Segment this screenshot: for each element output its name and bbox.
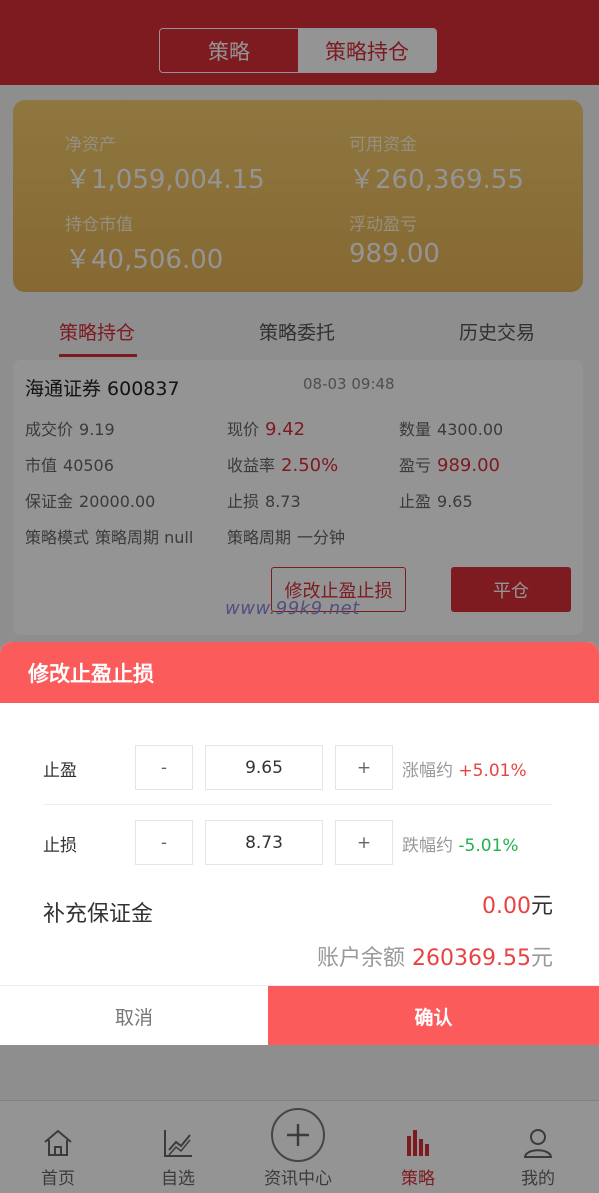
- take-profit-plus-button[interactable]: +: [335, 745, 393, 790]
- row-divider: [43, 804, 553, 805]
- take-profit-change: 涨幅约 +5.01%: [402, 756, 527, 781]
- account-balance-unit: 元: [530, 946, 553, 971]
- modal-footer: 取消 确认: [0, 985, 599, 1045]
- account-balance-label: 账户余额: [316, 946, 405, 971]
- take-profit-input[interactable]: 9.65: [205, 745, 323, 790]
- stop-loss-change: 跌幅约 -5.01%: [402, 831, 519, 856]
- add-margin-amount: 0.00元: [482, 888, 553, 920]
- modal-header: 修改止盈止损: [0, 642, 599, 703]
- stop-loss-change-label: 跌幅约: [402, 836, 453, 856]
- stop-loss-change-value: -5.01%: [458, 836, 519, 856]
- confirm-button[interactable]: 确认: [268, 986, 599, 1045]
- account-balance: 账户余额 260369.55元: [317, 940, 553, 972]
- stop-loss-input[interactable]: 8.73: [205, 820, 323, 865]
- stop-loss-row-label: 止损: [43, 836, 77, 856]
- take-profit-minus-button[interactable]: -: [135, 745, 193, 790]
- cancel-button[interactable]: 取消: [0, 986, 268, 1045]
- add-margin-unit: 元: [530, 894, 553, 919]
- take-profit-change-label: 涨幅约: [402, 761, 453, 781]
- modal-title: 修改止盈止损: [28, 662, 154, 686]
- stop-loss-plus-button[interactable]: +: [335, 820, 393, 865]
- take-profit-row-label: 止盈: [43, 761, 77, 781]
- modify-stop-modal: 修改止盈止损 止盈 - 9.65 + 涨幅约 +5.01% 止损 - 8.73 …: [0, 642, 599, 1045]
- stop-loss-minus-button[interactable]: -: [135, 820, 193, 865]
- account-balance-value: 260369.55: [412, 946, 531, 971]
- add-margin-value: 0.00: [482, 894, 531, 919]
- add-margin-label: 补充保证金: [43, 902, 154, 927]
- take-profit-change-value: +5.01%: [458, 761, 527, 781]
